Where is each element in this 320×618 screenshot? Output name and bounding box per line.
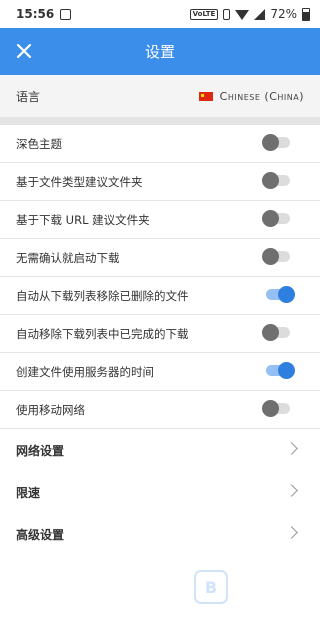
nav-advanced-settings[interactable]: 高级设置 [0, 513, 320, 555]
signal-icon [254, 8, 266, 20]
setting-label: 使用移动网络 [16, 402, 85, 417]
language-value-text: Chinese (China) [219, 89, 304, 103]
section-divider [0, 117, 320, 125]
nav-speed-limit[interactable]: 限速 [0, 471, 320, 513]
screen-record-icon [60, 8, 72, 20]
language-label: 语言 [16, 89, 41, 104]
toggle-knob [278, 362, 295, 379]
chevron-right-icon [285, 484, 298, 497]
chevron-right-icon [285, 526, 298, 539]
setting-label: 无需确认就启动下载 [16, 250, 120, 265]
china-flag-icon [198, 91, 213, 101]
toggle-knob [262, 400, 279, 417]
setting-label: 自动从下载列表移除已删除的文件 [16, 288, 189, 303]
setting-suggest-folder-by-url[interactable]: 基于下载 URL 建议文件夹 [0, 201, 320, 239]
nav-label: 高级设置 [16, 527, 65, 542]
setting-label: 深色主题 [16, 136, 62, 151]
toggle-knob [262, 172, 279, 189]
nav-network-settings[interactable]: 网络设置 [0, 429, 320, 471]
toggle-knob [262, 134, 279, 151]
battery-icon [302, 7, 310, 21]
auto-remove-deleted-toggle[interactable] [266, 286, 295, 303]
setting-auto-remove-deleted[interactable]: 自动从下载列表移除已删除的文件 [0, 277, 320, 315]
battery-percent: 72% [270, 7, 297, 21]
toggle-knob [262, 248, 279, 265]
dark-theme-toggle[interactable] [262, 134, 290, 151]
nav-label: 网络设置 [16, 443, 65, 458]
use-mobile-network-toggle[interactable] [262, 400, 290, 417]
toggle-knob [262, 210, 279, 227]
setting-start-without-confirm[interactable]: 无需确认就启动下载 [0, 239, 320, 277]
page-title: 设置 [144, 43, 175, 61]
status-icons: VoLTE 72% [189, 7, 310, 21]
setting-dark-theme[interactable]: 深色主题 [0, 125, 320, 163]
watermark: B [194, 570, 234, 604]
suggest-folder-by-type-toggle[interactable] [262, 172, 290, 189]
nav-label: 限速 [16, 485, 41, 500]
toggle-knob [262, 324, 279, 341]
setting-label: 基于文件类型建议文件夹 [16, 174, 143, 189]
status-bar: 15:56 VoLTE 72% [0, 0, 320, 28]
settings-list: 深色主题 基于文件类型建议文件夹 基于下载 URL 建议文件夹 无需确认就启动下… [0, 125, 320, 618]
chevron-right-icon [285, 442, 298, 455]
start-without-confirm-toggle[interactable] [262, 248, 290, 265]
auto-remove-completed-toggle[interactable] [262, 324, 290, 341]
wifi-icon [235, 10, 250, 20]
watermark-logo-icon: B [194, 570, 228, 604]
volte-badge: VoLTE [189, 8, 219, 20]
suggest-folder-by-url-toggle[interactable] [262, 210, 290, 227]
setting-suggest-folder-by-type[interactable]: 基于文件类型建议文件夹 [0, 163, 320, 201]
language-value: Chinese (China) [198, 89, 304, 103]
status-time: 15:56 [16, 7, 55, 21]
setting-label: 基于下载 URL 建议文件夹 [16, 212, 150, 227]
use-server-time-toggle[interactable] [266, 362, 295, 379]
setting-label: 自动移除下载列表中已完成的下载 [16, 326, 189, 341]
setting-use-mobile-network[interactable]: 使用移动网络 [0, 391, 320, 429]
setting-label: 创建文件使用服务器的时间 [16, 364, 154, 379]
vibrate-icon [223, 8, 231, 20]
setting-use-server-time[interactable]: 创建文件使用服务器的时间 [0, 353, 320, 391]
app-bar: 设置 [0, 28, 320, 75]
setting-auto-remove-completed[interactable]: 自动移除下载列表中已完成的下载 [0, 315, 320, 353]
toggle-knob [278, 286, 295, 303]
language-setting[interactable]: 语言 Chinese (China) [0, 75, 320, 117]
